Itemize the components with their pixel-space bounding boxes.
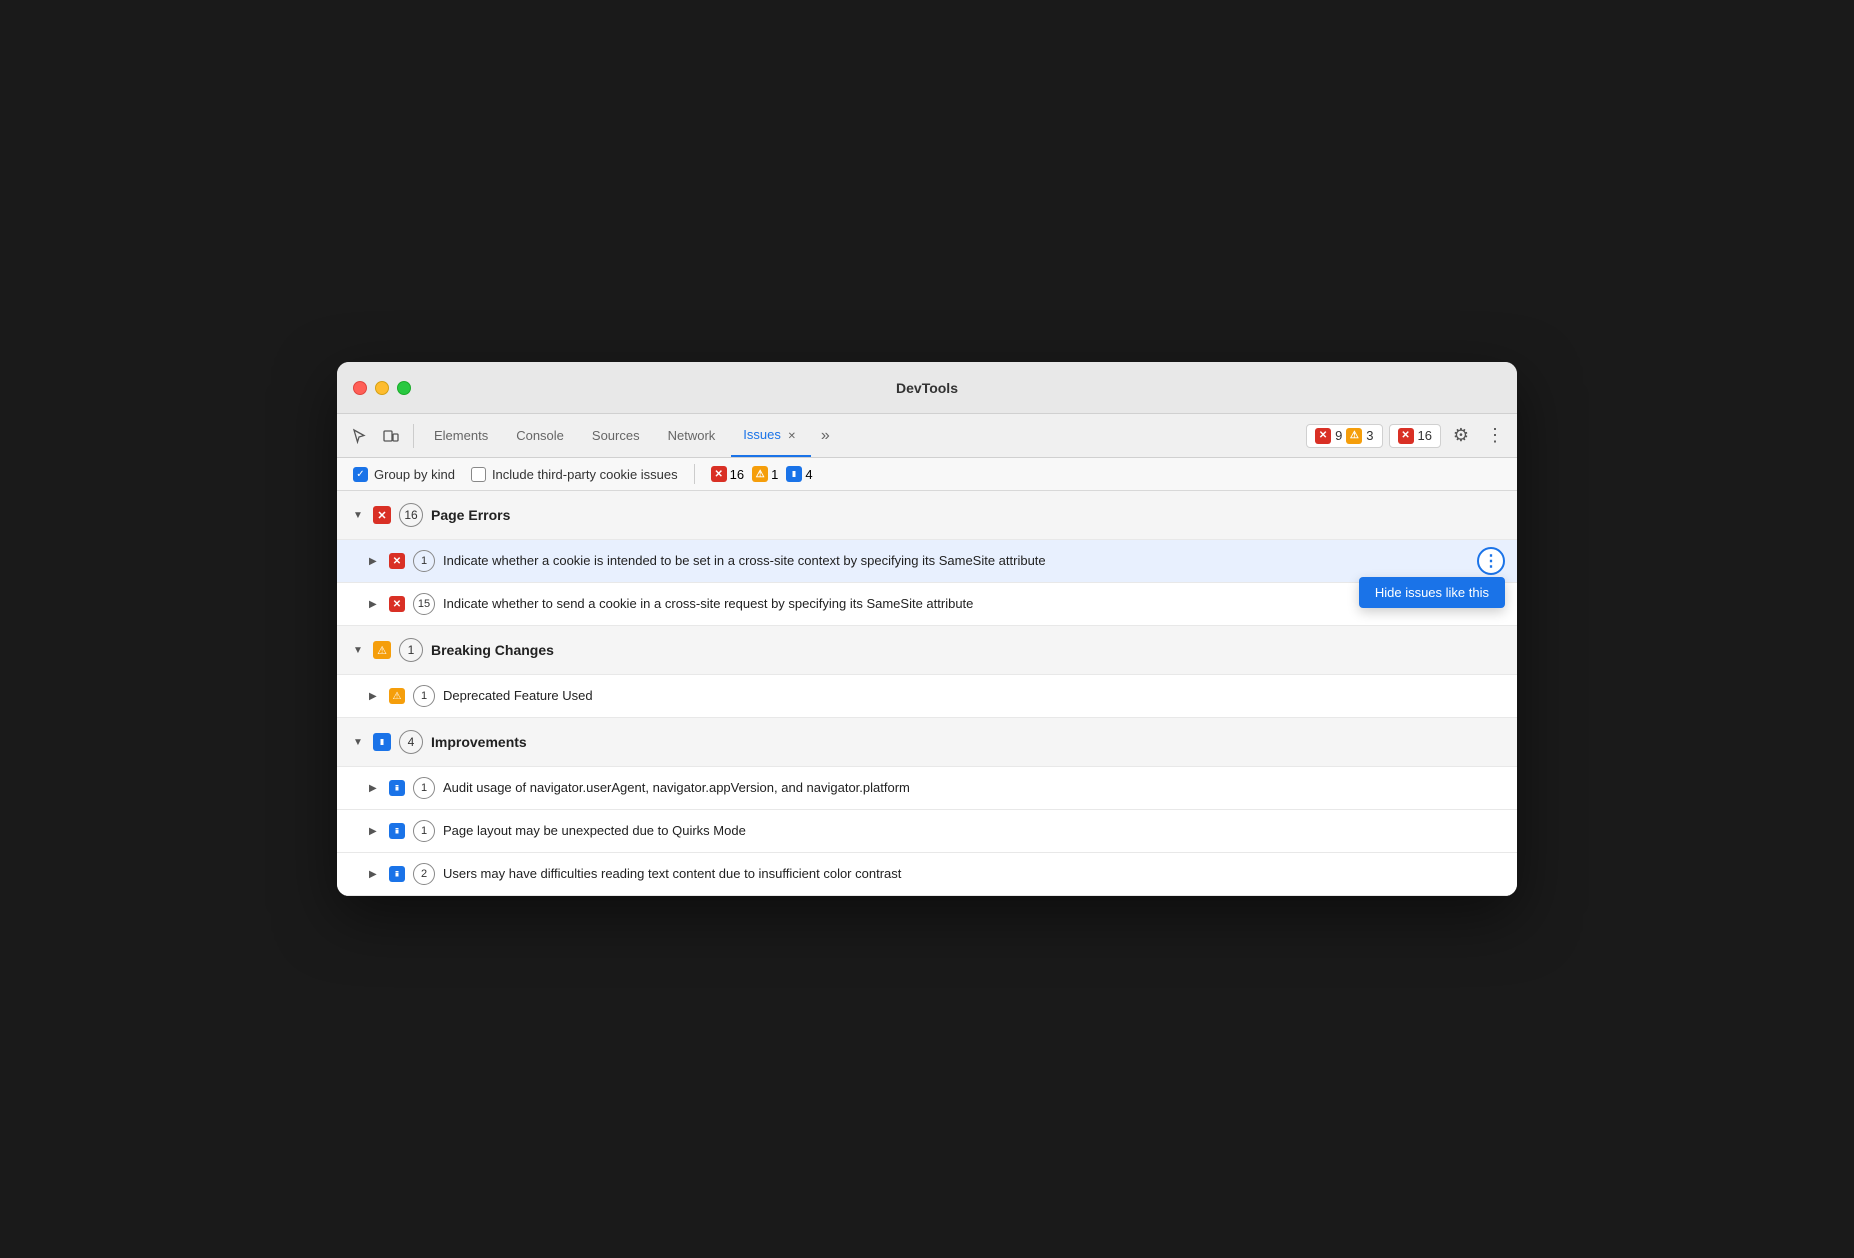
section-title-improvements: Improvements bbox=[431, 734, 527, 750]
section-chevron-page-errors: ▼ bbox=[353, 510, 365, 521]
third-party-label: Include third-party cookie issues bbox=[492, 467, 678, 482]
issue-count-contrast: 2 bbox=[413, 863, 435, 885]
settings-button[interactable]: ⚙ bbox=[1447, 422, 1475, 450]
more-options-button[interactable]: ⋮ bbox=[1481, 422, 1509, 450]
devtools-window: DevTools Elements Console Sources Networ… bbox=[337, 362, 1517, 896]
issue-icon-contrast bbox=[389, 866, 405, 882]
section-title-breaking: Breaking Changes bbox=[431, 642, 554, 658]
filter-error-icon: ✕ bbox=[711, 466, 727, 482]
filter-warn-icon: ⚠ bbox=[752, 466, 768, 482]
error-warn-badge[interactable]: ✕ 9 ⚠ 3 bbox=[1306, 424, 1382, 448]
three-dot-button[interactable]: ⋮ bbox=[1477, 547, 1505, 575]
issue-count-cookie-15: 15 bbox=[413, 593, 435, 615]
section-count-page-errors: 16 bbox=[399, 503, 423, 527]
window-title: DevTools bbox=[896, 380, 958, 396]
section-count-improvements: 4 bbox=[399, 730, 423, 754]
hide-issues-menu-item[interactable]: Hide issues like this bbox=[1359, 577, 1505, 608]
issue-row-cookie-1[interactable]: ▶ ✕ 1 Indicate whether a cookie is inten… bbox=[337, 540, 1517, 583]
filter-error-num: 16 bbox=[730, 467, 744, 482]
issue-icon: ✕ bbox=[1398, 428, 1414, 444]
error-icon: ✕ bbox=[1315, 428, 1331, 444]
checkbox-checked-icon: ✓ bbox=[353, 467, 368, 482]
section-chevron-breaking: ▼ bbox=[353, 645, 365, 656]
filter-bar: ✓ Group by kind Include third-party cook… bbox=[337, 458, 1517, 491]
filter-warn-num: 1 bbox=[771, 467, 778, 482]
tab-issues-close[interactable]: ✕ bbox=[785, 430, 799, 444]
maximize-button[interactable] bbox=[397, 381, 411, 395]
filter-info-count[interactable]: 4 bbox=[786, 466, 812, 482]
issue-text-navigator: Audit usage of navigator.userAgent, navi… bbox=[443, 779, 1501, 797]
traffic-lights bbox=[353, 381, 411, 395]
inspect-icon[interactable] bbox=[345, 422, 373, 450]
issue-text-deprecated: Deprecated Feature Used bbox=[443, 687, 1501, 705]
issue-icon-deprecated: ⚠ bbox=[389, 688, 405, 704]
issue-row-cookie-15[interactable]: ▶ ✕ 15 Indicate whether to send a cookie… bbox=[337, 583, 1517, 626]
device-svg bbox=[383, 428, 399, 444]
checkbox-empty-icon bbox=[471, 467, 486, 482]
group-by-kind-checkbox[interactable]: ✓ Group by kind bbox=[353, 467, 455, 482]
section-title-page-errors: Page Errors bbox=[431, 507, 510, 523]
issue-icon-navigator bbox=[389, 780, 405, 796]
error-count: 9 bbox=[1335, 428, 1342, 443]
issue-chevron-2: ▶ bbox=[369, 599, 381, 610]
toolbar-divider bbox=[413, 424, 414, 448]
issue-text-cookie-1: Indicate whether a cookie is intended to… bbox=[443, 552, 1457, 570]
tab-elements[interactable]: Elements bbox=[422, 422, 500, 449]
filter-counts: ✕ 16 ⚠ 1 4 bbox=[711, 466, 813, 482]
more-tabs-button[interactable]: » bbox=[815, 423, 836, 449]
cursor-svg bbox=[351, 428, 367, 444]
section-chevron-improvements: ▼ bbox=[353, 737, 365, 748]
issues-content: ▼ ✕ 16 Page Errors ▶ ✕ 1 Indicate whethe… bbox=[337, 491, 1517, 896]
toolbar: Elements Console Sources Network Issues✕… bbox=[337, 414, 1517, 458]
issue-icon-cookie-1: ✕ bbox=[389, 553, 405, 569]
issue-text-contrast: Users may have difficulties reading text… bbox=[443, 865, 1501, 883]
tab-network[interactable]: Network bbox=[656, 422, 728, 449]
issue-count-cookie-1: 1 bbox=[413, 550, 435, 572]
minimize-button[interactable] bbox=[375, 381, 389, 395]
issue-count-deprecated: 1 bbox=[413, 685, 435, 707]
filter-info-icon bbox=[786, 466, 802, 482]
filter-warn-count[interactable]: ⚠ 1 bbox=[752, 466, 778, 482]
section-improvements[interactable]: ▼ 4 Improvements bbox=[337, 718, 1517, 767]
issue-count-badge[interactable]: ✕ 16 bbox=[1389, 424, 1441, 448]
section-count-breaking: 1 bbox=[399, 638, 423, 662]
issue-text-cookie-15: Indicate whether to send a cookie in a c… bbox=[443, 595, 1501, 613]
warn-icon: ⚠ bbox=[1346, 428, 1362, 444]
issue-count-quirks: 1 bbox=[413, 820, 435, 842]
section-page-errors[interactable]: ▼ ✕ 16 Page Errors bbox=[337, 491, 1517, 540]
issue-row-deprecated[interactable]: ▶ ⚠ 1 Deprecated Feature Used bbox=[337, 675, 1517, 718]
issue-chevron-5: ▶ bbox=[369, 826, 381, 837]
filter-info-num: 4 bbox=[805, 467, 812, 482]
close-button[interactable] bbox=[353, 381, 367, 395]
group-by-kind-label: Group by kind bbox=[374, 467, 455, 482]
tab-sources[interactable]: Sources bbox=[580, 422, 652, 449]
tab-console[interactable]: Console bbox=[504, 422, 576, 449]
issue-row-quirks[interactable]: ▶ 1 Page layout may be unexpected due to… bbox=[337, 810, 1517, 853]
issue-count-navigator: 1 bbox=[413, 777, 435, 799]
section-icon-page-errors: ✕ bbox=[373, 506, 391, 524]
issue-chevron-3: ▶ bbox=[369, 691, 381, 702]
issue-row-navigator[interactable]: ▶ 1 Audit usage of navigator.userAgent, … bbox=[337, 767, 1517, 810]
issue-row-contrast[interactable]: ▶ 2 Users may have difficulties reading … bbox=[337, 853, 1517, 896]
section-breaking-changes[interactable]: ▼ ⚠ 1 Breaking Changes bbox=[337, 626, 1517, 675]
tab-issues[interactable]: Issues✕ bbox=[731, 421, 811, 450]
issue-chevron-4: ▶ bbox=[369, 783, 381, 794]
issue-count: 16 bbox=[1418, 428, 1432, 443]
issue-text-quirks: Page layout may be unexpected due to Qui… bbox=[443, 822, 1501, 840]
filter-error-count[interactable]: ✕ 16 bbox=[711, 466, 744, 482]
titlebar: DevTools bbox=[337, 362, 1517, 414]
issue-chevron-1: ▶ bbox=[369, 556, 381, 567]
device-mode-icon[interactable] bbox=[377, 422, 405, 450]
issue-icon-cookie-15: ✕ bbox=[389, 596, 405, 612]
third-party-checkbox[interactable]: Include third-party cookie issues bbox=[471, 467, 678, 482]
warn-count: 3 bbox=[1366, 428, 1373, 443]
issue-icon-quirks bbox=[389, 823, 405, 839]
toolbar-right: ✕ 9 ⚠ 3 ✕ 16 ⚙ ⋮ bbox=[1306, 422, 1509, 450]
section-icon-improvements bbox=[373, 733, 391, 751]
filter-divider bbox=[694, 464, 695, 484]
section-icon-breaking: ⚠ bbox=[373, 641, 391, 659]
issue-chevron-6: ▶ bbox=[369, 869, 381, 880]
